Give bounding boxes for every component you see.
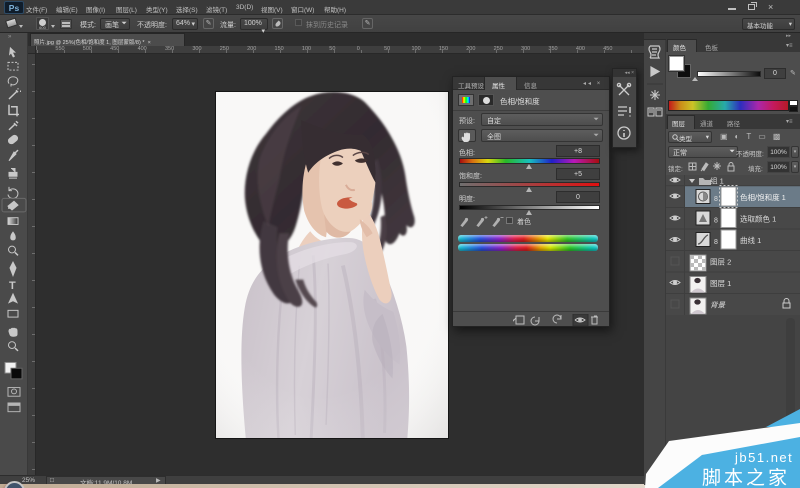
svg-text:8: 8 <box>714 196 718 203</box>
svg-text:jb51.net: jb51.net <box>734 450 793 465</box>
svg-text:T: T <box>9 280 16 292</box>
svg-text:脚本之家: 脚本之家 <box>702 467 790 488</box>
svg-text:组 1: 组 1 <box>710 176 724 186</box>
svg-text:图层 2: 图层 2 <box>710 258 731 267</box>
svg-text:背景: 背景 <box>710 301 725 310</box>
svg-text:8: 8 <box>714 239 718 246</box>
svg-text:曲线 1: 曲线 1 <box>740 235 761 245</box>
svg-text:选取颜色 1: 选取颜色 1 <box>740 214 776 224</box>
svg-text:色相/饱和度 1: 色相/饱和度 1 <box>740 192 786 202</box>
svg-text:图层 1: 图层 1 <box>710 279 731 288</box>
svg-text:8: 8 <box>714 218 718 225</box>
